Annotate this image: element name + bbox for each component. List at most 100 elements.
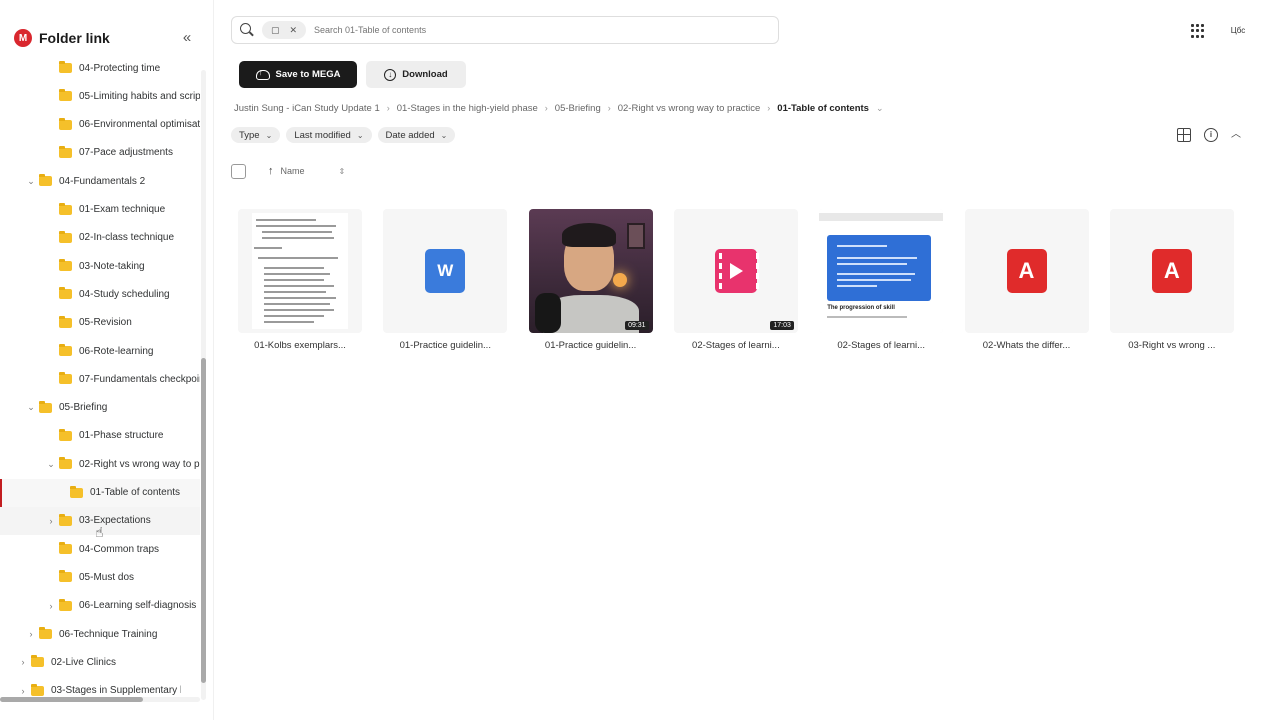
download-button[interactable]: ↓ Download	[366, 61, 466, 88]
file-name-label: 02-Stages of learni...	[837, 340, 926, 351]
folder-icon	[59, 542, 72, 555]
file-tile[interactable]: 09:31 01-Practice guidelin...	[528, 209, 653, 351]
sidebar-hscrollbar-thumb[interactable]	[0, 697, 143, 702]
tree-folder-item[interactable]: › 06-Learning self-diagnosis	[0, 592, 200, 620]
breadcrumb-current[interactable]: 01-Table of contents	[777, 103, 869, 114]
tree-folder-item[interactable]: 07-Pace adjustments	[0, 139, 200, 167]
folder-icon	[31, 683, 44, 696]
breadcrumb-separator-icon: ›	[607, 103, 611, 113]
filter-dropdown[interactable]: Type ⌄	[231, 127, 281, 143]
download-icon: ↓	[384, 68, 397, 81]
breadcrumb-dropdown-icon[interactable]: ⌄	[876, 103, 884, 114]
chevron-right-icon[interactable]: ›	[46, 601, 56, 611]
folder-icon	[59, 372, 72, 385]
apps-grid-icon[interactable]	[1191, 24, 1205, 38]
breadcrumb-item[interactable]: 02-Right vs wrong way to practice	[618, 103, 761, 114]
search-input[interactable]	[314, 25, 694, 35]
tree-folder-item[interactable]: 05-Limiting habits and scripts	[0, 82, 200, 110]
sidebar-scrollbar-thumb[interactable]	[201, 358, 206, 683]
collapse-sidebar-button[interactable]: «	[178, 28, 196, 46]
search-scope-chip[interactable]: ▢ ✕	[262, 21, 306, 39]
tree-folder-item[interactable]: 02-In-class technique	[0, 224, 200, 252]
tree-folder-label: 03-Stages in Supplementary lessons	[51, 685, 181, 697]
tree-folder-item[interactable]: 06-Rote-learning	[0, 337, 200, 365]
name-column-header[interactable]: Name	[281, 166, 305, 176]
folder-icon	[59, 570, 72, 583]
tree-folder-item[interactable]: 03-Note-taking	[0, 252, 200, 280]
chevron-down-icon[interactable]: ⌄	[46, 459, 56, 470]
chevron-right-icon[interactable]: ›	[18, 686, 28, 696]
tree-folder-item[interactable]: 01-Table of contents	[0, 478, 200, 507]
tree-folder-label: 02-In-class technique	[79, 232, 175, 244]
breadcrumb-separator-icon: ›	[544, 103, 548, 113]
chevron-down-icon[interactable]: ⌄	[26, 176, 36, 187]
tree-folder-item[interactable]: ⌄ 02-Right vs wrong way to practice	[0, 450, 200, 478]
tree-folder-item[interactable]: › 02-Live Clinics	[0, 648, 200, 676]
tree-folder-item[interactable]: ⌄ 04-Fundamentals 2	[0, 167, 200, 195]
file-tile[interactable]: W 01-Practice guidelin...	[383, 209, 508, 351]
breadcrumb-item[interactable]: 01-Stages in the high-yield phase	[397, 103, 538, 114]
clear-scope-icon[interactable]: ✕	[289, 25, 297, 36]
file-tile[interactable]: 17:03 02-Stages of learni...	[673, 209, 798, 351]
tree-folder-item[interactable]: 01-Phase structure	[0, 422, 200, 450]
file-tile[interactable]: 01-Kolbs exemplars...	[238, 209, 362, 351]
chevron-right-icon[interactable]: ›	[46, 516, 56, 526]
chevron-down-icon: ⌄	[440, 130, 448, 140]
collapse-up-icon[interactable]: ︿	[1231, 128, 1241, 142]
chevron-right-icon[interactable]: ›	[26, 629, 36, 639]
tree-folder-label: 04-Study scheduling	[79, 288, 170, 300]
file-thumbnail[interactable]: W	[383, 209, 508, 333]
search-bar[interactable]: ▢ ✕	[231, 16, 779, 44]
folder-icon	[59, 117, 72, 130]
breadcrumb-item[interactable]: 05-Briefing	[555, 103, 601, 114]
filter-dropdown[interactable]: Last modified ⌄	[286, 127, 372, 143]
save-to-mega-button[interactable]: Save to MEGA	[239, 61, 357, 88]
mouse-cursor-icon: ☝	[95, 524, 104, 540]
chevron-down-icon: ⌄	[265, 130, 273, 140]
folder-icon	[59, 202, 72, 215]
file-thumbnail[interactable]: The progression of skill	[819, 209, 944, 333]
tree-folder-item[interactable]: 01-Exam technique	[0, 196, 200, 224]
chevron-down-icon[interactable]: ⌄	[26, 402, 36, 413]
list-header: ↑ Name ⇕	[231, 162, 345, 180]
file-name-label: 01-Practice guidelin...	[399, 340, 491, 351]
file-thumbnail[interactable]: A	[964, 209, 1089, 333]
filter-label: Date added	[385, 129, 435, 141]
folder-icon	[59, 287, 72, 300]
filter-label: Type	[239, 129, 260, 141]
file-tile[interactable]: A 02-Whats the differ...	[964, 209, 1089, 351]
folder-icon	[59, 259, 72, 272]
file-thumbnail[interactable]: 17:03	[673, 209, 798, 333]
tree-folder-item[interactable]: ⌄ 05-Briefing	[0, 394, 200, 422]
chevron-right-icon[interactable]: ›	[18, 657, 28, 667]
file-thumbnail[interactable]	[238, 209, 362, 333]
info-icon[interactable]: i	[1204, 128, 1218, 142]
avatar[interactable]: Цбс	[1227, 19, 1249, 41]
sort-toggle-icon[interactable]: ⇕	[339, 167, 346, 176]
folder-icon	[59, 61, 72, 73]
file-thumbnail[interactable]: A	[1109, 209, 1234, 333]
folder-outline-icon: ▢	[270, 24, 280, 35]
pdf-file-icon: A	[1006, 249, 1047, 293]
filter-dropdown[interactable]: Date added ⌄	[377, 127, 456, 143]
file-name-label: 01-Kolbs exemplars...	[254, 340, 346, 351]
cloud-upload-icon	[255, 67, 270, 80]
tree-folder-item[interactable]: › 06-Technique Training	[0, 620, 200, 648]
sort-direction-icon[interactable]: ↑	[268, 165, 274, 177]
tree-folder-item[interactable]: 04-Protecting time	[0, 54, 200, 82]
file-tile[interactable]: The progression of skill 02-Stages of lea…	[819, 209, 944, 351]
tree-folder-label: 05-Must dos	[79, 571, 135, 583]
tree-folder-item[interactable]: 05-Must dos	[0, 563, 200, 591]
select-all-checkbox[interactable]	[231, 163, 246, 179]
tree-folder-item[interactable]: 05-Revision	[0, 309, 200, 337]
tree-folder-item[interactable]: 07-Fundamentals checkpoint	[0, 365, 200, 393]
tree-folder-item[interactable]: 06-Environmental optimisation	[0, 111, 200, 139]
tree-folder-item[interactable]: › 03-Stages in Supplementary lessons	[0, 677, 200, 699]
tree-folder-item[interactable]: 04-Study scheduling	[0, 280, 200, 308]
file-tile[interactable]: A 03-Right vs wrong ...	[1109, 209, 1234, 351]
brand[interactable]: M Folder link	[14, 26, 110, 50]
breadcrumb-item[interactable]: Justin Sung - iCan Study Update 1	[234, 103, 380, 114]
file-thumbnail[interactable]: 09:31	[528, 209, 653, 333]
grid-view-icon[interactable]	[1177, 128, 1191, 142]
folder-icon	[31, 655, 44, 668]
